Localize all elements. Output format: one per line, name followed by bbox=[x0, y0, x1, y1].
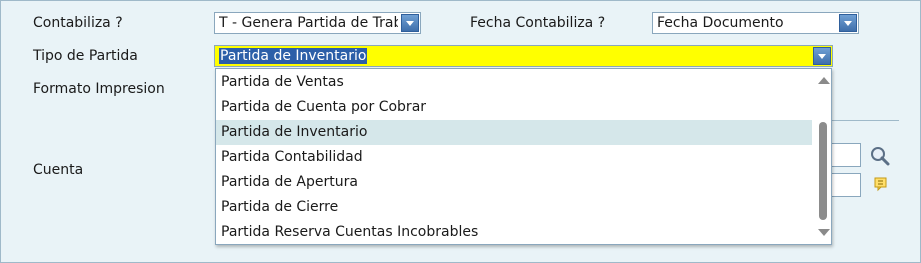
dropdown-option[interactable]: Partida de Cuenta por Cobrar bbox=[216, 95, 812, 120]
dropdown-option[interactable]: Partida de Ventas bbox=[216, 70, 812, 95]
dropdown-scrollbar[interactable] bbox=[815, 69, 831, 244]
chevron-down-icon[interactable] bbox=[813, 47, 831, 65]
cuenta-label: Cuenta bbox=[33, 162, 84, 178]
dropdown-option[interactable]: Partida de Cierre bbox=[216, 195, 812, 220]
note-icon[interactable] bbox=[873, 176, 889, 192]
fecha-contabiliza-select[interactable]: Fecha Documento bbox=[652, 12, 859, 34]
tipo-partida-value: Partida de Inventario bbox=[219, 48, 368, 64]
scrollbar-thumb[interactable] bbox=[819, 122, 827, 220]
scroll-up-arrow-icon[interactable] bbox=[818, 77, 830, 84]
chevron-down-icon[interactable] bbox=[401, 14, 419, 32]
fecha-contabiliza-value: Fecha Documento bbox=[657, 15, 784, 31]
dropdown-option[interactable]: Partida de Apertura bbox=[216, 170, 812, 195]
tipo-partida-dropdown-list[interactable]: Partida de Ventas Partida de Cuenta por … bbox=[215, 68, 832, 245]
tipo-partida-select[interactable]: Partida de Inventario bbox=[214, 45, 833, 67]
magnifier-icon[interactable] bbox=[869, 145, 891, 167]
dropdown-option[interactable]: Partida Contabilidad bbox=[216, 145, 812, 170]
fecha-contabiliza-label: Fecha Contabiliza ? bbox=[470, 15, 606, 31]
contabiliza-select[interactable]: T - Genera Partida de Traba bbox=[214, 12, 421, 34]
chevron-down-icon[interactable] bbox=[839, 14, 857, 32]
contabiliza-value: T - Genera Partida de Traba bbox=[219, 15, 398, 31]
dropdown-option[interactable]: Partida Reserva Cuentas Incobrables bbox=[216, 220, 812, 245]
dropdown-option-selected[interactable]: Partida de Inventario bbox=[216, 120, 812, 145]
tipo-partida-label: Tipo de Partida bbox=[33, 48, 138, 64]
contabiliza-label: Contabiliza ? bbox=[33, 15, 123, 31]
scroll-down-arrow-icon[interactable] bbox=[818, 229, 830, 236]
formato-impresion-label: Formato Impresion bbox=[33, 81, 165, 97]
